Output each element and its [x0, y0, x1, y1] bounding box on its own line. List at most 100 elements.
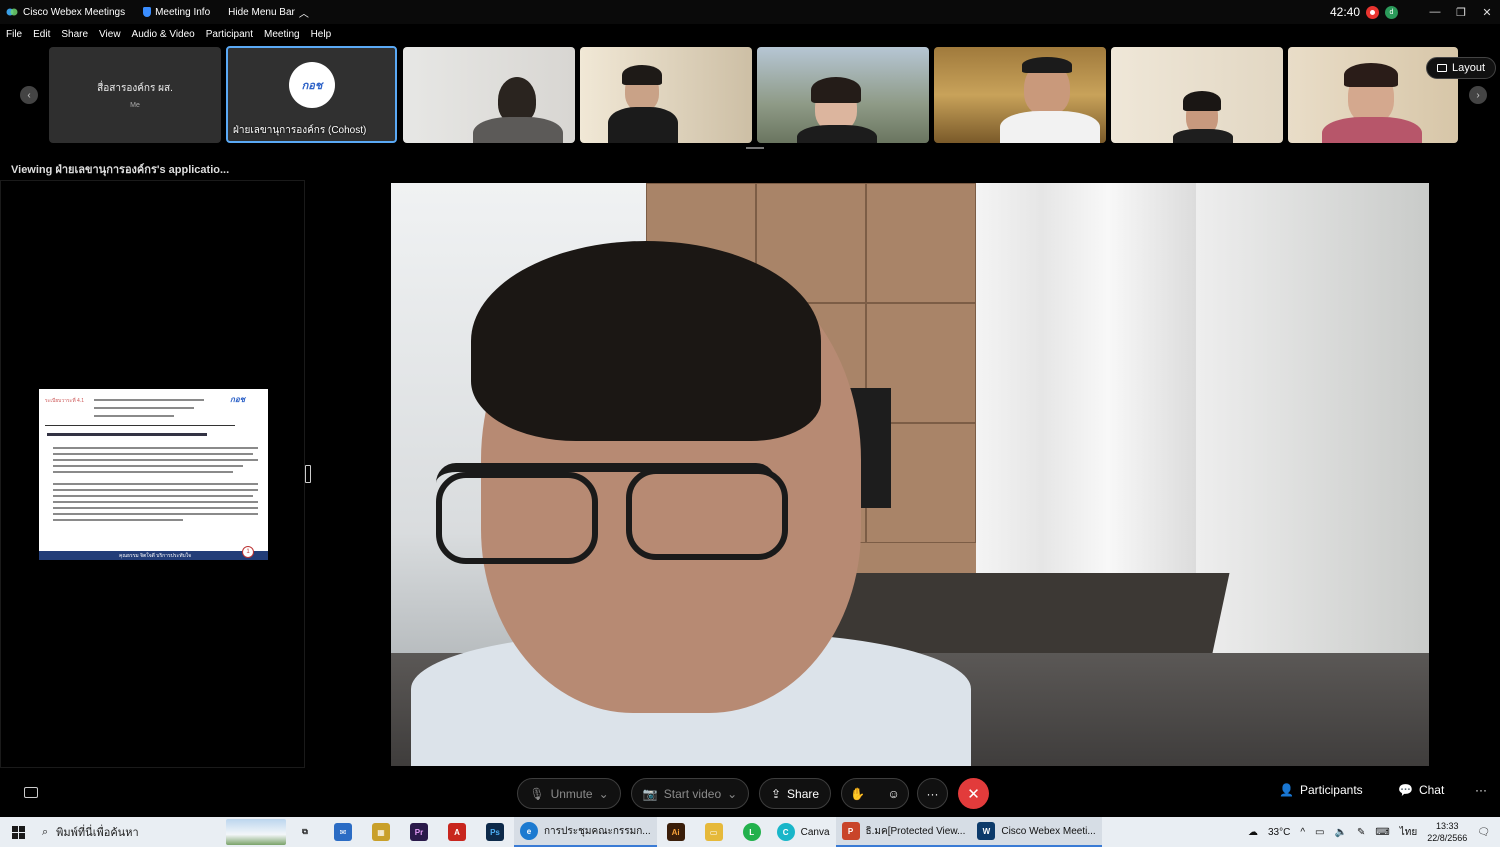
menu-view[interactable]: View: [99, 29, 121, 40]
acrobat-icon[interactable]: A: [448, 823, 466, 841]
archive-app-icon[interactable]: ▦: [372, 823, 390, 841]
task-view-icon[interactable]: ⧉: [296, 823, 314, 841]
end-meeting-button[interactable]: ✕: [958, 778, 989, 809]
close-window-button[interactable]: ✕: [1474, 0, 1500, 24]
recording-icon[interactable]: [1366, 5, 1379, 19]
participants-button[interactable]: 👤 Participants: [1279, 783, 1363, 797]
meeting-info-button[interactable]: Meeting Info: [143, 7, 210, 18]
reactions-icon[interactable]: ☺: [888, 787, 900, 801]
panel-more-button[interactable]: ···: [1475, 783, 1487, 797]
taskbar-clock[interactable]: 13:33 22/8/2566: [1427, 820, 1467, 844]
start-video-label: Start video: [663, 786, 722, 801]
chevron-up-icon: ︿: [298, 8, 309, 20]
chevron-down-icon: ⌄: [598, 786, 609, 801]
cohost-caption: ฝ่ายเลขานุการองค์กร (Cohost): [233, 125, 367, 136]
share-button[interactable]: ⇪ Share: [759, 778, 831, 809]
active-speaker-video[interactable]: [391, 183, 1429, 766]
menu-meeting[interactable]: Meeting: [264, 29, 300, 40]
participant-tile-5[interactable]: [757, 47, 929, 143]
menu-share[interactable]: Share: [61, 29, 88, 40]
canva-icon: C: [776, 823, 795, 841]
illustrator-icon[interactable]: Ai: [666, 823, 685, 841]
taskbar-app-canva-label: Canva: [800, 826, 830, 838]
photoshop-icon[interactable]: Ps: [486, 823, 504, 841]
pane-splitter[interactable]: [305, 465, 311, 483]
raise-hand-icon[interactable]: ✋: [850, 787, 865, 801]
volume-icon[interactable]: 🔈: [1334, 827, 1346, 838]
network-icon[interactable]: ▭: [1315, 827, 1324, 838]
self-name: สื่อสารองค์กร ผส.: [97, 83, 173, 94]
mail-icon[interactable]: ✉: [334, 823, 352, 841]
webex-icon: W: [977, 822, 996, 840]
minimize-button[interactable]: —: [1422, 0, 1448, 24]
strip-resize-handle[interactable]: [746, 147, 764, 149]
slide-footer: คุณธรรม จิตใจดี บริการประทับใจ: [39, 551, 268, 560]
meeting-timer: 42:40: [1329, 5, 1360, 19]
participant-video: [580, 47, 752, 143]
participant-tile-cohost[interactable]: กอช ฝ่ายเลขานุการองค์กร (Cohost): [226, 46, 397, 143]
participant-tile-self[interactable]: สื่อสารองค์กร ผส. Me: [49, 47, 221, 143]
windows-taskbar: ⌕ พิมพ์ที่นี่เพื่อค้นหา ⧉ ✉ ▦ Pr A Ps e …: [0, 817, 1500, 847]
search-icon: ⌕: [42, 825, 49, 838]
slide-heading: ระเบียบวาระที่ 4.1: [45, 398, 84, 404]
search-highlight-image[interactable]: [226, 819, 286, 845]
menu-help[interactable]: Help: [311, 29, 332, 40]
unmute-label: Unmute: [550, 786, 593, 801]
taskbar-app-edge-meeting[interactable]: e การประชุมคณะกรรมก...: [514, 817, 657, 847]
chat-icon: 💬: [1398, 783, 1413, 797]
share-screen-icon: ⇪: [770, 786, 782, 801]
input-language[interactable]: ไทย: [1400, 825, 1417, 840]
chevron-down-icon: ⌄: [727, 786, 738, 801]
participant-tile-4[interactable]: [580, 47, 752, 143]
weather-temp[interactable]: 33°C: [1268, 827, 1290, 838]
participants-label: Participants: [1299, 783, 1363, 797]
participant-video: [1111, 47, 1283, 143]
more-options-button[interactable]: ···: [917, 778, 948, 809]
file-explorer-icon[interactable]: ▭: [704, 823, 723, 841]
participant-tile-7[interactable]: [1111, 47, 1283, 143]
menu-participant[interactable]: Participant: [206, 29, 253, 40]
close-icon: ✕: [967, 785, 980, 803]
closed-captions-icon[interactable]: [24, 787, 38, 798]
strip-next-button[interactable]: ›: [1469, 86, 1487, 104]
participants-icon: 👤: [1279, 783, 1294, 797]
taskbar-app-powerpoint[interactable]: P ธิ.มค[Protected View...: [835, 817, 972, 847]
restore-button[interactable]: ❐: [1448, 0, 1474, 24]
layout-button[interactable]: Layout: [1426, 57, 1496, 79]
keyboard-icon[interactable]: ⌨: [1375, 827, 1389, 838]
participant-video: [934, 47, 1106, 143]
menu-audio-video[interactable]: Audio & Video: [132, 29, 195, 40]
more-icon: ···: [926, 786, 939, 801]
title-bar: Cisco Webex Meetings Meeting Info Hide M…: [0, 0, 1500, 24]
layout-label: Layout: [1451, 62, 1486, 74]
line-icon[interactable]: L: [742, 823, 761, 841]
participant-tile-6[interactable]: [934, 47, 1106, 143]
premiere-icon[interactable]: Pr: [410, 823, 428, 841]
hide-menu-bar-button[interactable]: Hide Menu Bar ︿: [228, 5, 309, 20]
pen-icon[interactable]: ✎: [1357, 827, 1365, 838]
taskbar-app-meeting-label: การประชุมคณะกรรมก...: [544, 825, 651, 837]
windows-logo-icon: [11, 825, 25, 839]
chat-button[interactable]: 💬 Chat: [1398, 783, 1444, 797]
start-video-button[interactable]: 📷 Start video ⌄: [631, 778, 749, 809]
organization-logo-text: กอช: [301, 80, 323, 92]
participant-video: [757, 47, 929, 143]
tray-overflow-icon[interactable]: ^: [1300, 827, 1305, 838]
taskbar-app-webex[interactable]: W Cisco Webex Meeti...: [971, 817, 1102, 847]
weather-icon[interactable]: ☁: [1248, 827, 1258, 838]
app-title: Cisco Webex Meetings: [0, 7, 125, 18]
menu-bar: File Edit Share View Audio & Video Parti…: [0, 24, 1500, 44]
start-button[interactable]: [0, 825, 36, 839]
app-name: Cisco Webex Meetings: [23, 6, 126, 18]
menu-edit[interactable]: Edit: [33, 29, 50, 40]
speaker-glasses: [436, 463, 788, 564]
taskbar-app-canva[interactable]: C Canva: [771, 817, 836, 847]
menu-file[interactable]: File: [6, 29, 22, 40]
strip-prev-button[interactable]: ‹: [20, 86, 38, 104]
encryption-icon[interactable]: d: [1385, 5, 1398, 19]
unmute-button[interactable]: 🎙 Unmute ⌄: [517, 778, 621, 809]
notifications-icon[interactable]: 🗨: [1477, 827, 1490, 838]
shared-content-pane[interactable]: ระเบียบวาระที่ 4.1 กอช คุณธรรม จิตใจดี บ…: [0, 180, 305, 768]
participant-tile-3[interactable]: [403, 47, 575, 143]
webex-logo-icon: [6, 8, 18, 16]
